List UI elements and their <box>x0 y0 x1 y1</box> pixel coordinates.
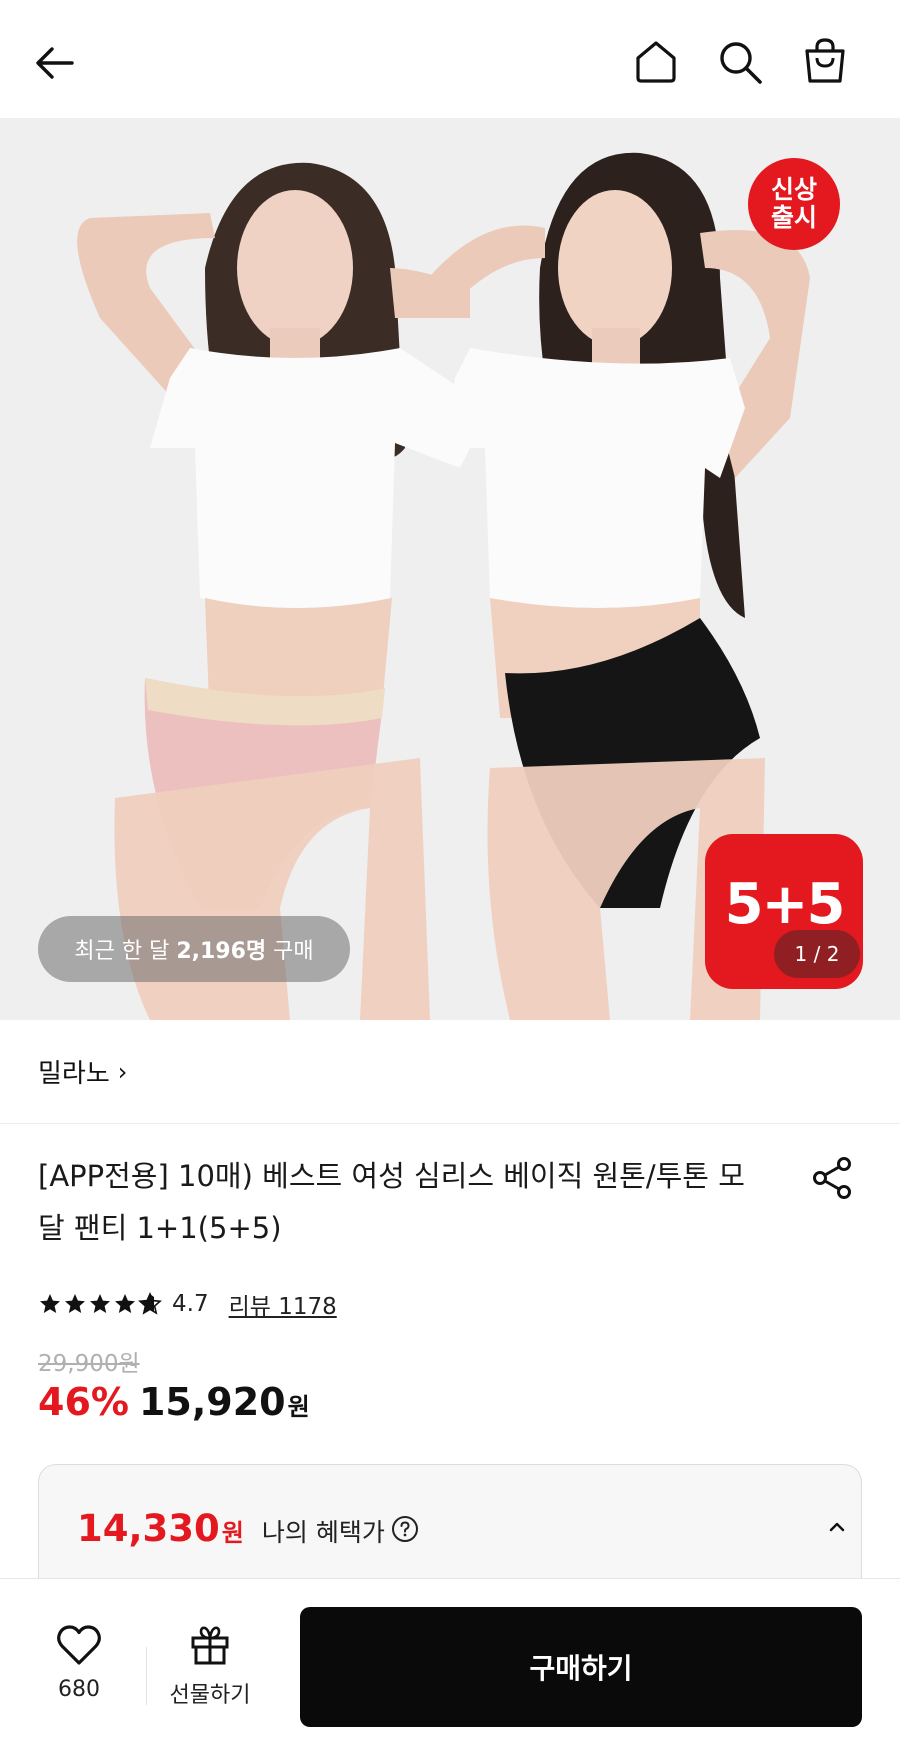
brand-name: 밀라노 <box>38 1059 110 1089</box>
benefit-price: 14,330 <box>77 1507 220 1550</box>
gift-button[interactable]: 선물하기 <box>160 1623 260 1709</box>
brand-link[interactable]: 밀라노 › <box>0 1020 900 1124</box>
benefit-currency: 원 <box>221 1519 244 1547</box>
arrow-left-icon[interactable] <box>30 38 80 88</box>
recent-suffix: 구매 <box>273 939 314 964</box>
product-title: [APP전용] 10매) 베스트 여성 심리스 베이직 원톤/투톤 모달 팬티 … <box>38 1159 745 1245</box>
shopping-bag-icon[interactable] <box>800 36 850 86</box>
gift-icon <box>191 1626 229 1665</box>
review-link[interactable]: 리뷰 1178 <box>229 1287 337 1321</box>
sale-price-currency: 원 <box>287 1393 310 1421</box>
share-icon[interactable] <box>808 1154 856 1202</box>
recent-prefix: 최근 한 달 <box>74 939 170 964</box>
rating-row: 4.7 리뷰 1178 <box>38 1284 337 1324</box>
bottom-action-bar: 680 선물하기 구매하기 <box>0 1578 900 1755</box>
new-arrival-badge: 신상 출시 <box>748 158 840 250</box>
star-icon <box>90 1294 110 1313</box>
divider <box>146 1647 147 1705</box>
like-count: 680 <box>58 1677 100 1702</box>
question-circle-icon[interactable] <box>391 1515 419 1543</box>
benefit-label: 나의 혜택가 <box>261 1518 385 1547</box>
chevron-up-icon[interactable] <box>825 1515 849 1539</box>
image-counter: 1 / 2 <box>774 930 860 978</box>
sale-price: 15,920 <box>138 1380 286 1424</box>
chevron-right-icon: › <box>117 1057 128 1086</box>
benefit-price-row: 14,330 원 나의 혜택가 <box>77 1507 419 1550</box>
star-icon <box>40 1294 60 1313</box>
buy-button[interactable]: 구매하기 <box>300 1607 862 1727</box>
badge-new-line1: 신상 <box>770 175 817 204</box>
original-price: 29,900원 <box>38 1351 140 1377</box>
star-icon <box>115 1294 135 1313</box>
star-rating <box>38 1292 162 1316</box>
sale-price-row: 46% 15,920 원 <box>38 1380 310 1424</box>
gift-label: 선물하기 <box>169 1683 251 1708</box>
star-icon <box>65 1294 85 1313</box>
recent-count: 2,196명 <box>176 939 267 964</box>
search-icon[interactable] <box>716 38 764 86</box>
discount-percent: 46% <box>38 1380 129 1424</box>
rating-score: 4.7 <box>172 1291 209 1317</box>
home-icon[interactable] <box>632 38 680 86</box>
heart-icon <box>57 1625 101 1665</box>
top-navigation-bar <box>0 0 900 118</box>
star-half-icon <box>138 1292 162 1315</box>
like-button[interactable]: 680 <box>46 1623 112 1702</box>
product-image-carousel[interactable]: 신상 출시 5+5 최근 한 달 2,196명 구매 1 / 2 <box>0 118 900 1020</box>
recent-purchase-pill: 최근 한 달 2,196명 구매 <box>38 916 350 982</box>
badge-new-line2: 출시 <box>770 203 817 232</box>
